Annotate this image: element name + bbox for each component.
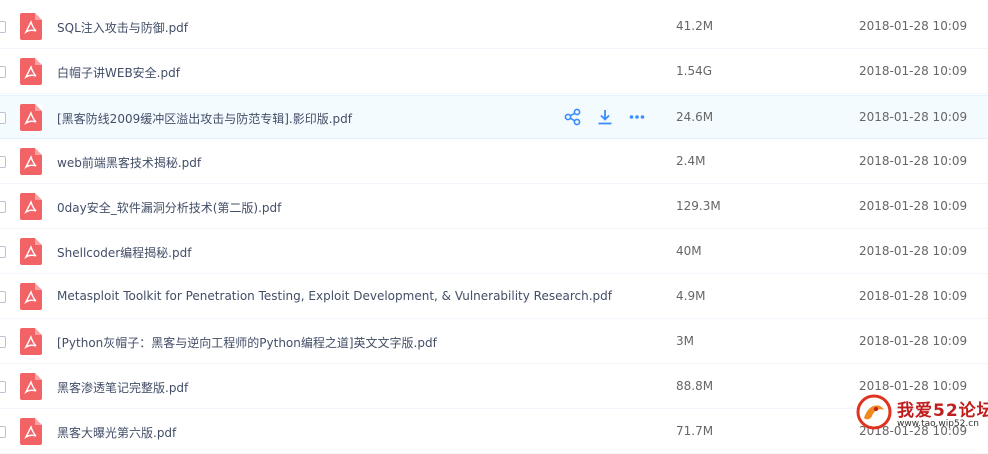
file-name[interactable]: 0day安全_软件漏洞分析技术(第二版).pdf [57,199,281,216]
row-checkbox[interactable] [0,336,6,348]
file-name[interactable]: 白帽子讲WEB安全.pdf [57,64,180,81]
row-checkbox[interactable] [0,156,6,168]
file-date: 2018-01-28 10:09 [859,289,968,303]
row-checkbox[interactable] [0,21,6,33]
file-row[interactable]: [Python灰帽子：黑客与逆向工程师的Python编程之道]英文文字版.pdf… [0,320,988,364]
file-name[interactable]: Shellcoder编程揭秘.pdf [57,244,191,261]
file-name[interactable]: SQL注入攻击与防御.pdf [57,19,188,36]
file-size: 88.8M [676,379,714,393]
file-date: 2018-01-28 10:09 [859,19,968,33]
pdf-file-icon [20,418,42,445]
pdf-file-icon [20,13,42,40]
file-date: 2018-01-28 10:09 [859,244,968,258]
file-date: 2018-01-28 10:09 [859,199,968,213]
file-row[interactable]: web前端黑客技术揭秘.pdf 2.4M 2018-01-28 10:09 [0,140,988,184]
file-date: 2018-01-28 10:09 [859,64,968,78]
row-checkbox[interactable] [0,291,6,303]
file-date: 2018-01-28 10:09 [859,154,968,168]
dragon-logo-icon [854,392,894,436]
pdf-file-icon [20,283,42,310]
file-size: 41.2M [676,19,714,33]
file-size: 3M [676,334,694,348]
row-checkbox[interactable] [0,201,6,213]
row-checkbox[interactable] [0,66,6,78]
file-row[interactable]: SQL注入攻击与防御.pdf 41.2M 2018-01-28 10:09 [0,5,988,49]
file-size: 40M [676,244,702,258]
file-row[interactable]: 0day安全_软件漏洞分析技术(第二版).pdf 129.3M 2018-01-… [0,185,988,229]
pdf-file-icon [20,373,42,400]
file-size: 4.9M [676,289,706,303]
file-row[interactable]: 黑客渗透笔记完整版.pdf 88.8M 2018-01-28 10:09 [0,365,988,409]
watermark-title: 我爱52论坛 [897,401,988,421]
file-name[interactable]: web前端黑客技术揭秘.pdf [57,154,201,171]
file-row[interactable]: 白帽子讲WEB安全.pdf 1.54G 2018-01-28 10:09 [0,50,988,94]
file-name[interactable]: 黑客大曝光第六版.pdf [57,424,176,441]
forum-watermark: 我爱52论坛 www.tao.wip52.cn [848,388,988,436]
pdf-file-icon [20,193,42,220]
file-row[interactable]: 黑客大曝光第六版.pdf 71.7M 2018-01-28 10:09 [0,410,988,454]
more-icon[interactable] [628,108,648,128]
file-row[interactable]: Shellcoder编程揭秘.pdf 40M 2018-01-28 10:09 [0,230,988,274]
file-name[interactable]: [黑客防线2009缓冲区溢出攻击与防范专辑].影印版.pdf [57,110,352,127]
pdf-file-icon [20,104,42,131]
file-size: 1.54G [676,64,713,78]
share-icon[interactable] [564,108,584,128]
file-row-hovered[interactable]: [黑客防线2009缓冲区溢出攻击与防范专辑].影印版.pdf 24.6M 201… [0,95,988,139]
row-checkbox[interactable] [0,112,6,124]
pdf-file-icon [20,238,42,265]
file-size: 129.3M [676,199,721,213]
file-date: 2018-01-28 10:09 [859,334,968,348]
file-name[interactable]: Metasploit Toolkit for Penetration Testi… [57,289,612,303]
file-date: 2018-01-28 10:09 [859,110,968,124]
file-row[interactable]: Metasploit Toolkit for Penetration Testi… [0,275,988,319]
file-name[interactable]: 黑客渗透笔记完整版.pdf [57,379,188,396]
pdf-file-icon [20,328,42,355]
row-checkbox[interactable] [0,381,6,393]
watermark-url: www.tao.wip52.cn [897,419,979,429]
file-name[interactable]: [Python灰帽子：黑客与逆向工程师的Python编程之道]英文文字版.pdf [57,334,437,351]
row-checkbox[interactable] [0,426,6,438]
pdf-file-icon [20,58,42,85]
row-checkbox[interactable] [0,246,6,258]
file-size: 24.6M [676,110,714,124]
download-icon[interactable] [596,108,616,128]
pdf-file-icon [20,148,42,175]
file-size: 2.4M [676,154,706,168]
